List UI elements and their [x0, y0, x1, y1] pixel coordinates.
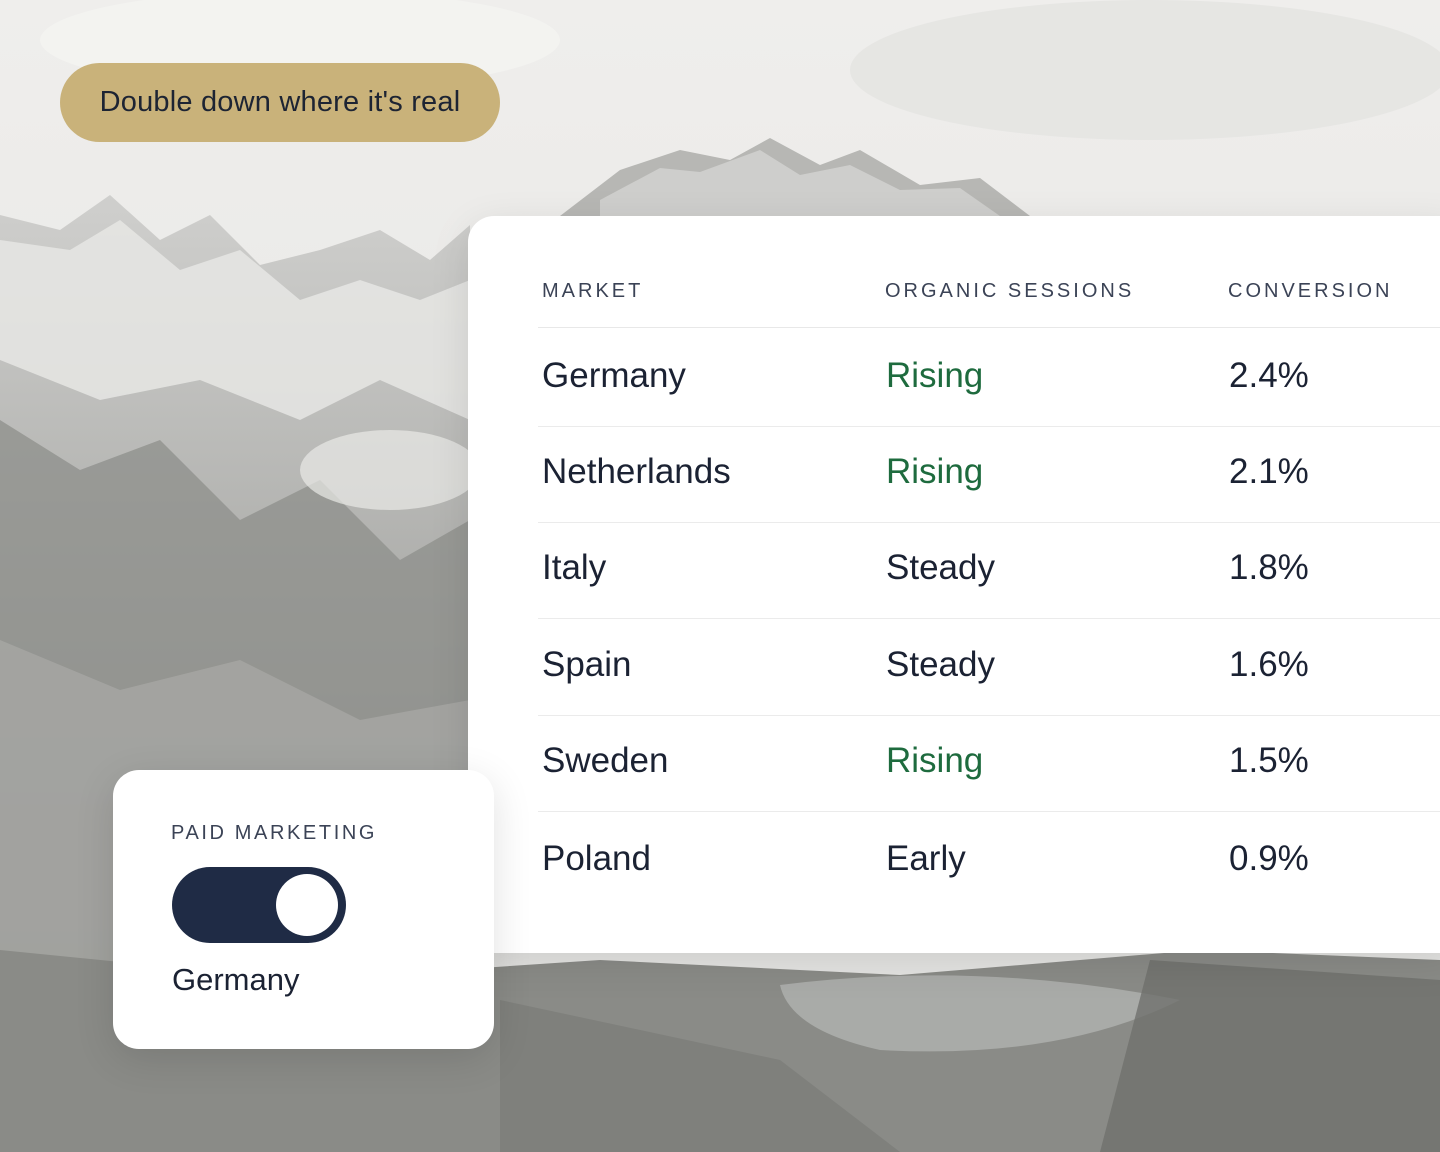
conversion-cell: 2.1%	[1229, 452, 1309, 491]
sessions-cell: Rising	[886, 452, 984, 491]
paid-marketing-label: PAID MARKETING	[171, 822, 378, 844]
conversion-cell: 1.5%	[1229, 741, 1309, 780]
sessions-cell: Rising	[886, 356, 984, 395]
market-cell: Germany	[542, 356, 686, 395]
conversion-cell: 2.4%	[1229, 356, 1309, 395]
column-header-market: MARKET	[542, 280, 644, 302]
toggle-knob	[276, 874, 338, 936]
table-row: Italy Steady 1.8%	[538, 522, 1440, 619]
market-cell: Poland	[542, 839, 651, 878]
conversion-cell: 0.9%	[1229, 839, 1309, 878]
headline-badge: Double down where it's real	[60, 63, 500, 142]
sessions-cell: Early	[886, 839, 966, 878]
paid-marketing-card: PAID MARKETING Germany	[113, 770, 494, 1049]
table-row: Netherlands Rising 2.1%	[538, 426, 1440, 523]
table-row: Germany Rising 2.4%	[538, 330, 1440, 427]
column-header-conversion: CONVERSION	[1228, 280, 1393, 302]
column-header-organic-sessions: ORGANIC SESSIONS	[885, 280, 1135, 302]
table-header: MARKET ORGANIC SESSIONS CONVERSION	[538, 216, 1440, 328]
sessions-cell: Rising	[886, 741, 984, 780]
market-cell: Netherlands	[542, 452, 731, 491]
sessions-cell: Steady	[886, 548, 995, 587]
table-row: Poland Early 0.9%	[538, 813, 1440, 910]
market-cell: Italy	[542, 548, 607, 587]
headline-badge-text: Double down where it's real	[99, 86, 461, 118]
conversion-cell: 1.8%	[1229, 548, 1309, 587]
market-cell: Sweden	[542, 741, 669, 780]
hero-scene: Double down where it's real MARKET ORGAN…	[0, 0, 1440, 1152]
table-row: Sweden Rising 1.5%	[538, 715, 1440, 812]
conversion-cell: 1.6%	[1229, 645, 1309, 684]
paid-marketing-toggle[interactable]	[172, 867, 346, 943]
toggle-market-value: Germany	[172, 962, 300, 997]
market-cell: Spain	[542, 645, 632, 684]
sessions-cell: Steady	[886, 645, 995, 684]
table-row: Spain Steady 1.6%	[538, 619, 1440, 716]
markets-table-card: MARKET ORGANIC SESSIONS CONVERSION Germa…	[468, 216, 1440, 953]
